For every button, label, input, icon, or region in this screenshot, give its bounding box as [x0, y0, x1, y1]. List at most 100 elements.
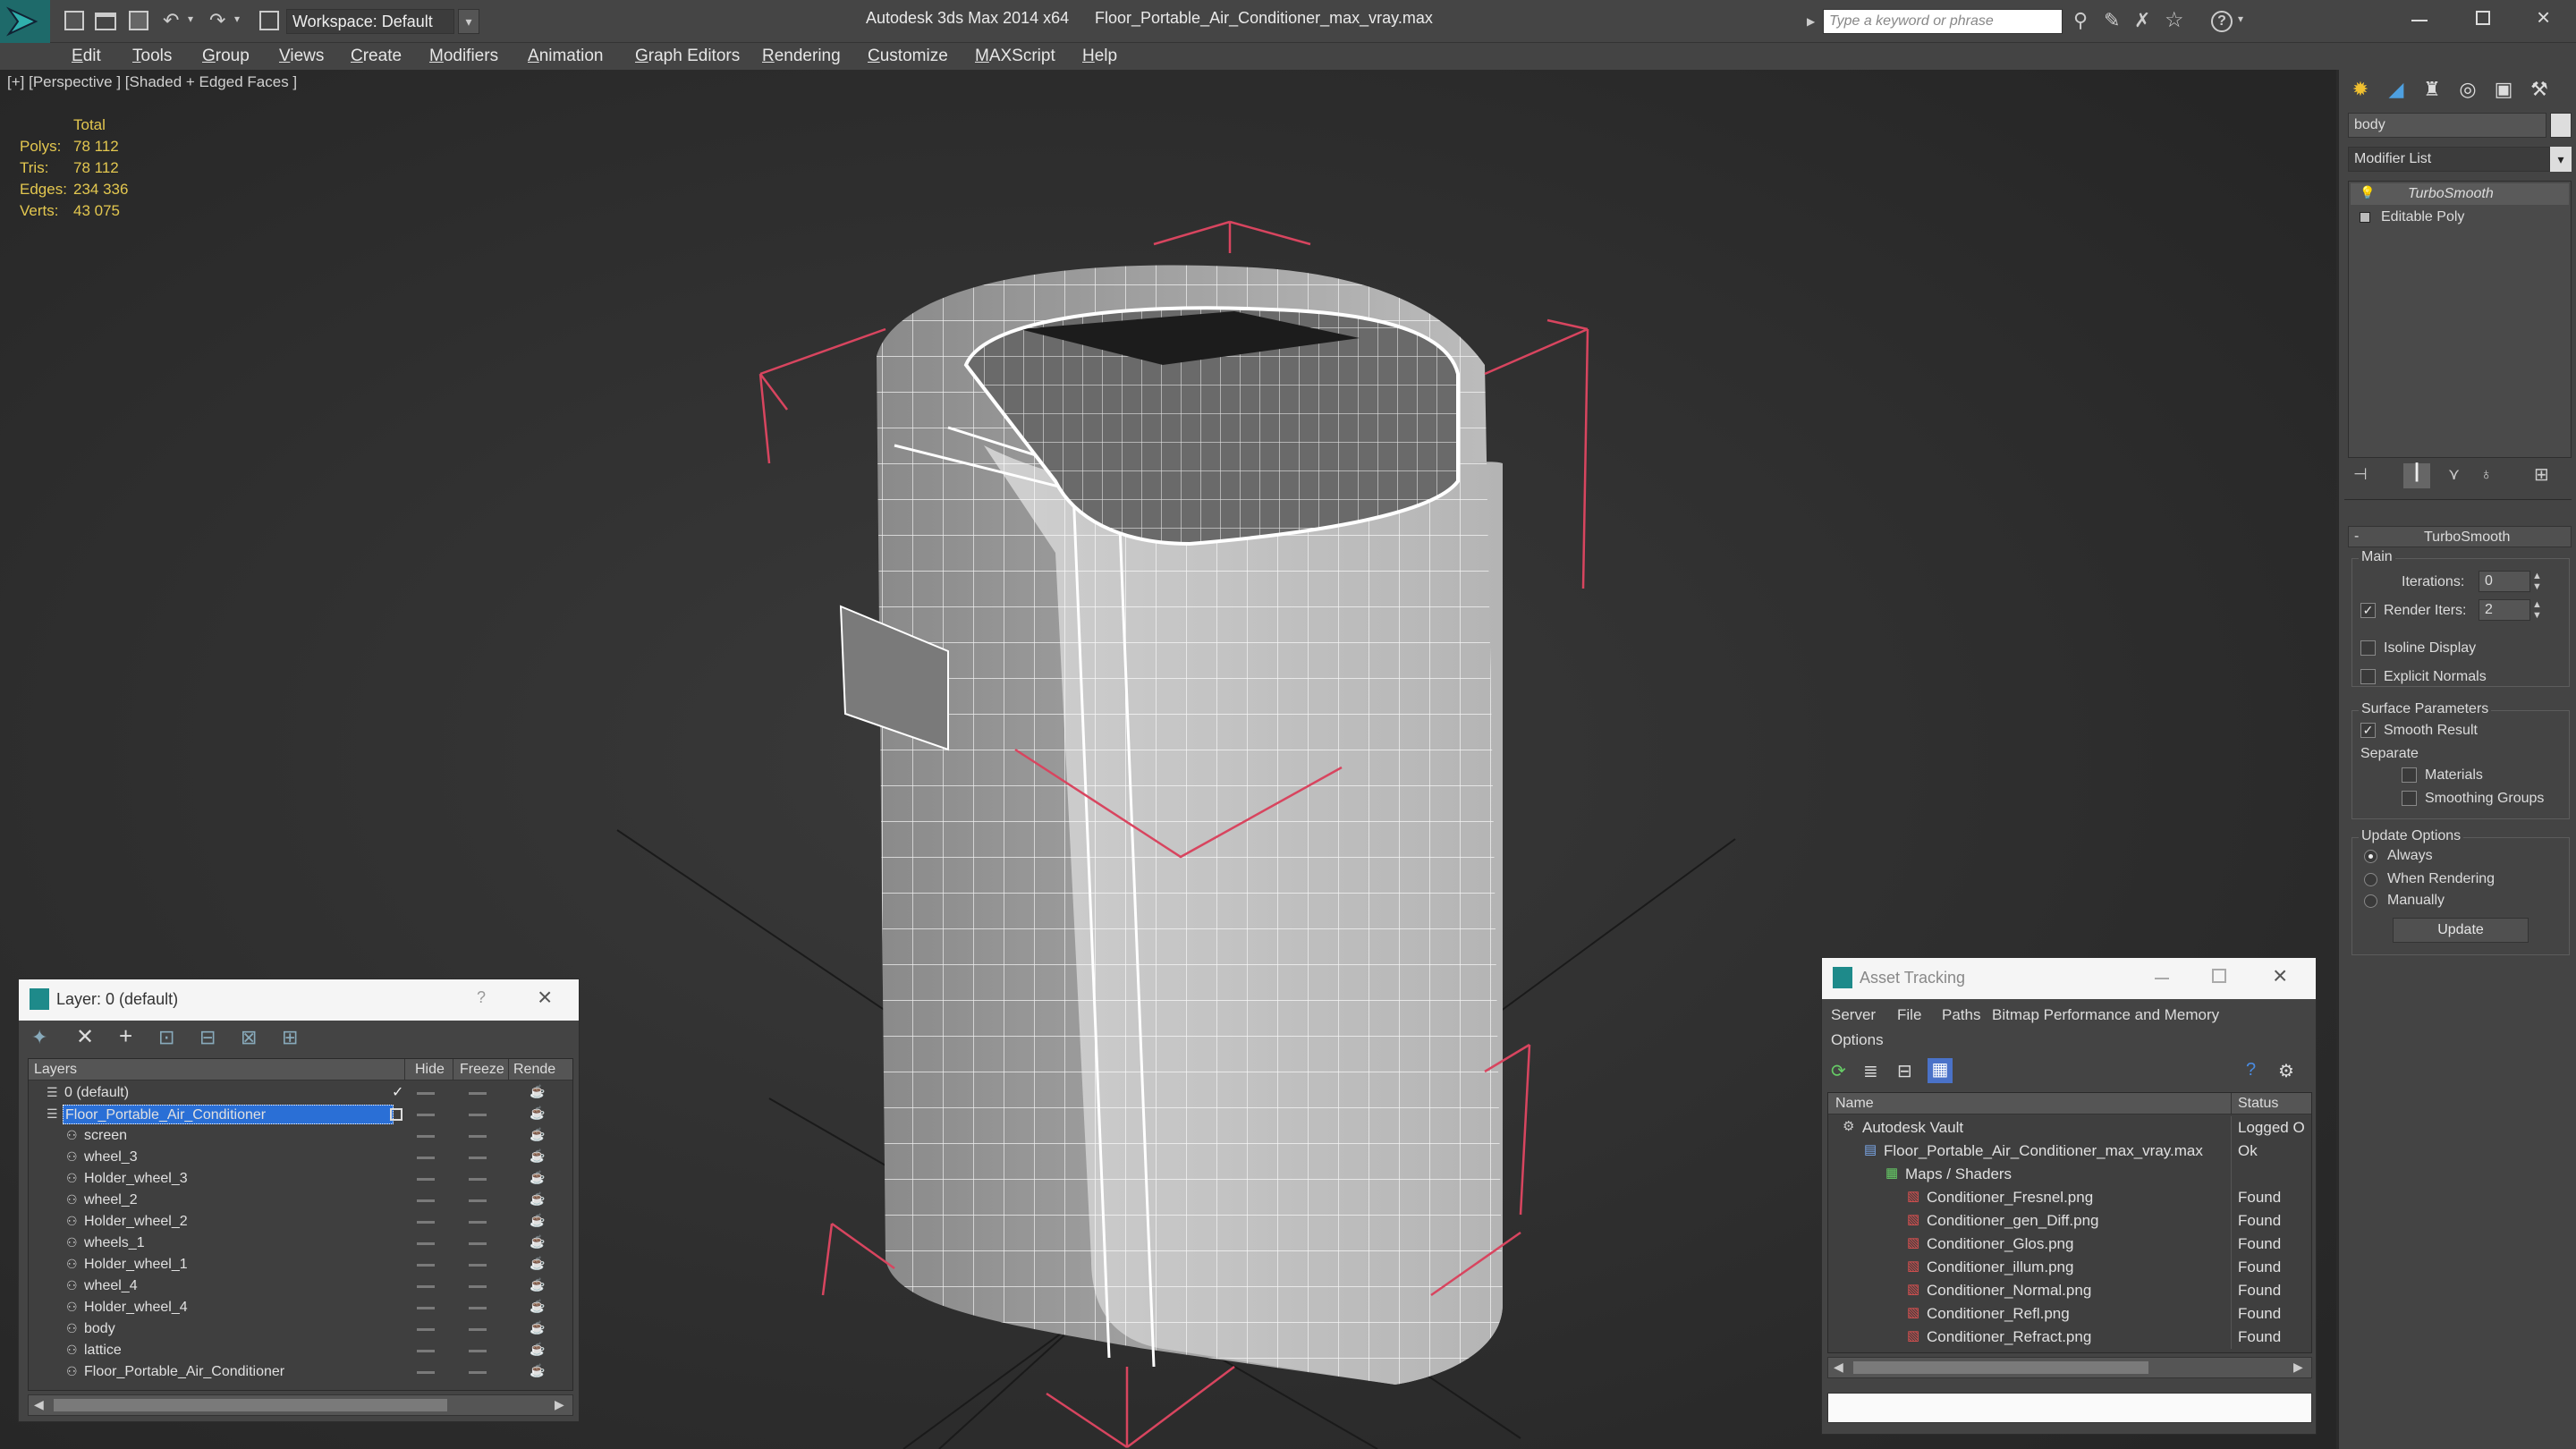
asset-row[interactable]: ▧ Conditioner_Fresnel.png Found	[1828, 1186, 2311, 1209]
turbosmooth-rollout-header[interactable]: - TurboSmooth	[2348, 526, 2572, 547]
menu-graph-editors[interactable]: Graph Editors	[635, 43, 740, 70]
iterations-spinner-icon[interactable]: ▲ ▼	[2532, 571, 2542, 592]
freeze-toggle[interactable]	[469, 1371, 487, 1374]
column-hide[interactable]: Hide	[415, 1062, 445, 1078]
hide-toggle[interactable]	[417, 1371, 435, 1374]
make-unique-icon[interactable]: ⋎	[2448, 465, 2460, 484]
hide-toggle[interactable]	[417, 1221, 435, 1224]
render-teapot-icon[interactable]: ☕	[530, 1084, 545, 1099]
scroll-left-icon[interactable]: ◀	[34, 1397, 44, 1412]
menu-create[interactable]: Create	[351, 43, 402, 70]
layer-row[interactable]: ☰ Floor_Portable_Air_Conditioner ☕	[29, 1104, 572, 1125]
layer-row[interactable]: ☰ 0 (default) ✓ ☕	[29, 1082, 572, 1104]
layer-object-row[interactable]: ⚇ wheels_1 ☕	[29, 1233, 572, 1254]
column-render[interactable]: Rende	[513, 1062, 555, 1078]
iterations-input[interactable]: 0	[2479, 571, 2530, 592]
undo-dropdown-icon[interactable]: ▾	[188, 13, 193, 25]
asset-menu-bitmap-performance[interactable]: Bitmap Performance and Memory	[1992, 1006, 2219, 1024]
asset-row[interactable]: ▧ Conditioner_illum.png Found	[1828, 1256, 2311, 1279]
minimize-icon[interactable]	[2411, 20, 2428, 21]
binoculars-icon[interactable]: ⚲	[2073, 9, 2088, 32]
freeze-toggle[interactable]	[469, 1092, 487, 1095]
asset-menu-file[interactable]: File	[1897, 1006, 1921, 1024]
asset-row[interactable]: ▦ Maps / Shaders	[1828, 1163, 2311, 1186]
update-button[interactable]: Update	[2393, 918, 2529, 943]
hide-toggle[interactable]	[417, 1114, 435, 1116]
render-teapot-icon[interactable]: ☕	[530, 1277, 545, 1292]
freeze-toggle[interactable]	[469, 1221, 487, 1224]
object-color-swatch[interactable]	[2550, 113, 2572, 138]
menu-views[interactable]: Views	[279, 43, 324, 70]
object-name-field[interactable]: body	[2348, 113, 2546, 138]
layer-object-row[interactable]: ⚇ Holder_wheel_3 ☕	[29, 1168, 572, 1190]
asset-row[interactable]: ⚙ Autodesk Vault Logged O	[1828, 1116, 2311, 1140]
asset-row[interactable]: ▧ Conditioner_Glos.png Found	[1828, 1233, 2311, 1256]
render-iters-input[interactable]: 2	[2479, 599, 2530, 621]
hide-all-icon[interactable]: ⊠	[241, 1026, 257, 1049]
isoline-display-checkbox[interactable]	[2360, 640, 2376, 656]
layer-hscrollbar[interactable]: ◀ ▶	[28, 1394, 573, 1416]
help-icon[interactable]: ?	[2211, 11, 2233, 32]
hide-toggle[interactable]	[417, 1264, 435, 1267]
scroll-thumb[interactable]	[1853, 1361, 2148, 1374]
help-dropdown-icon[interactable]: ▾	[2238, 13, 2243, 25]
hide-toggle[interactable]	[417, 1199, 435, 1202]
layer-object-row[interactable]: ⚇ screen ☕	[29, 1125, 572, 1147]
asset-row[interactable]: ▧ Conditioner_Refl.png Found	[1828, 1302, 2311, 1326]
workspace-dropdown[interactable]: Workspace: Default	[286, 9, 454, 34]
air-conditioner-model[interactable]	[839, 265, 1503, 1385]
layer-object-row[interactable]: ⚇ Holder_wheel_1 ☕	[29, 1254, 572, 1275]
current-layer-check-icon[interactable]: ✓	[392, 1083, 403, 1101]
new-file-icon[interactable]	[64, 11, 84, 30]
delete-layer-icon[interactable]: ✕	[76, 1024, 94, 1050]
configure-sets-icon[interactable]: ⊞	[2534, 463, 2549, 486]
column-status[interactable]: Status	[2238, 1096, 2278, 1112]
freeze-toggle[interactable]	[469, 1307, 487, 1309]
exchange-icon[interactable]: ✗	[2134, 9, 2150, 32]
open-file-icon[interactable]	[95, 13, 116, 30]
layer-object-row[interactable]: ⚇ wheel_4 ☕	[29, 1275, 572, 1297]
explicit-normals-checkbox[interactable]	[2360, 669, 2376, 684]
hide-toggle[interactable]	[417, 1178, 435, 1181]
list-view-icon[interactable]: ≣	[1863, 1060, 1878, 1082]
render-teapot-icon[interactable]: ☕	[530, 1213, 545, 1228]
highlight-layer-icon[interactable]: ⊟	[199, 1026, 216, 1049]
scroll-thumb[interactable]	[54, 1399, 447, 1411]
pin-stack-icon[interactable]: ⊣	[2353, 465, 2368, 484]
viewport-label[interactable]: [+] [Perspective ] [Shaded + Edged Faces…	[7, 73, 297, 91]
scroll-right-icon[interactable]: ▶	[555, 1397, 564, 1412]
render-teapot-icon[interactable]: ☕	[530, 1299, 545, 1314]
expand-icon[interactable]	[2360, 212, 2370, 223]
table-view-icon[interactable]: ▦	[1928, 1058, 1953, 1083]
menu-rendering[interactable]: Rendering	[762, 43, 841, 70]
layer-object-row[interactable]: ⚇ body ☕	[29, 1318, 572, 1340]
utilities-tab-icon[interactable]: ⚒	[2523, 73, 2555, 106]
lightbulb-icon[interactable]: 💡	[2360, 185, 2375, 200]
render-teapot-icon[interactable]: ☕	[530, 1170, 545, 1185]
help-icon[interactable]: ?	[2246, 1060, 2256, 1080]
freeze-toggle[interactable]	[469, 1264, 487, 1267]
hide-toggle[interactable]	[417, 1307, 435, 1309]
layer-object-row[interactable]: ⚇ Holder_wheel_4 ☕	[29, 1297, 572, 1318]
freeze-toggle[interactable]	[469, 1135, 487, 1138]
freeze-all-icon[interactable]: ⊞	[282, 1026, 298, 1049]
modifier-list-chevron-icon[interactable]: ▾	[2550, 147, 2572, 172]
render-teapot-icon[interactable]: ☕	[530, 1148, 545, 1164]
layer-object-row[interactable]: ⚇ wheel_3 ☕	[29, 1147, 572, 1168]
update-always-radio[interactable]	[2364, 850, 2377, 863]
display-tab-icon[interactable]: ▣	[2487, 73, 2520, 106]
menu-customize[interactable]: Customize	[868, 43, 948, 70]
render-teapot-icon[interactable]: ☕	[530, 1342, 545, 1357]
layer-window-titlebar[interactable]: Layer: 0 (default) ? ×	[19, 979, 579, 1021]
tree-view-icon[interactable]: ⊟	[1897, 1060, 1912, 1082]
render-teapot-icon[interactable]: ☕	[530, 1127, 545, 1142]
layer-object-row[interactable]: ⚇ Holder_wheel_2 ☕	[29, 1211, 572, 1233]
hide-toggle[interactable]	[417, 1157, 435, 1159]
project-folder-icon[interactable]	[259, 11, 279, 30]
column-freeze[interactable]: Freeze	[460, 1062, 504, 1078]
asset-hscrollbar[interactable]: ◀ ▶	[1827, 1357, 2312, 1378]
maximize-icon[interactable]	[2212, 969, 2226, 983]
layer-window-help[interactable]: ?	[477, 988, 486, 1007]
menu-modifiers[interactable]: Modifiers	[429, 43, 498, 70]
stack-item-editable-poly[interactable]: Editable Poly	[2351, 207, 2569, 228]
